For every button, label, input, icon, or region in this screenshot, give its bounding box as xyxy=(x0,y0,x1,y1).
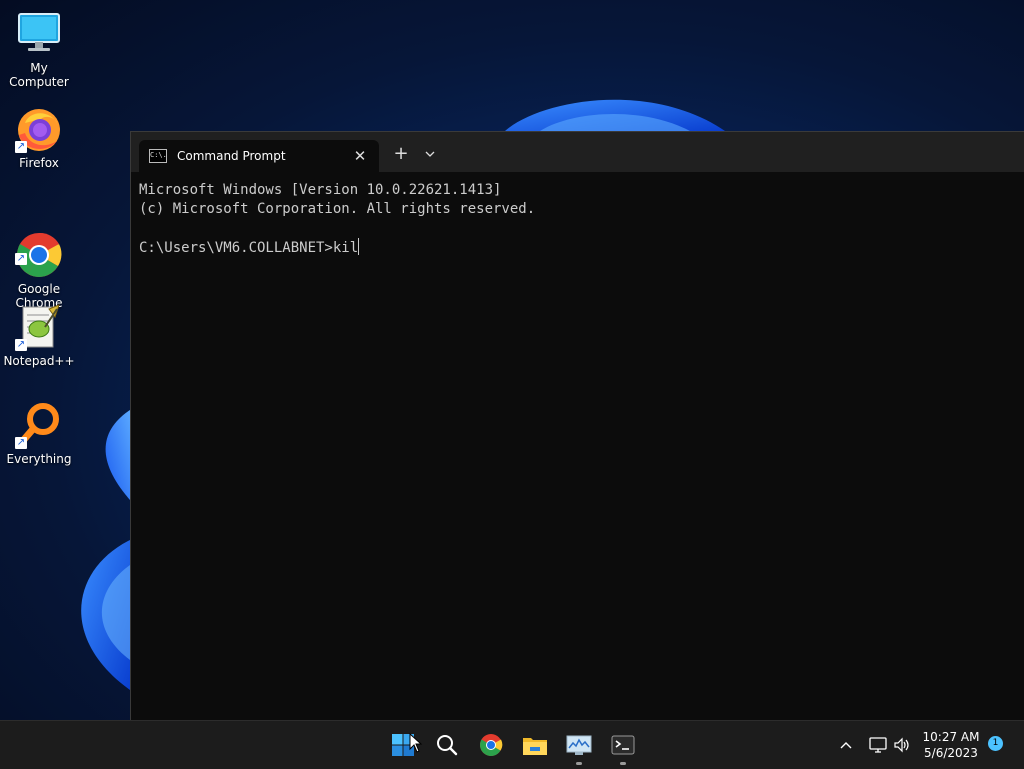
chevron-up-icon xyxy=(840,742,852,749)
command-input[interactable]: kil xyxy=(333,240,358,256)
close-tab-button[interactable]: ✕ xyxy=(349,145,371,167)
search-icon xyxy=(437,735,458,756)
volume-button[interactable] xyxy=(890,721,914,769)
speaker-icon xyxy=(894,737,909,753)
console-line: (c) Microsoft Corporation. All rights re… xyxy=(139,201,536,217)
firefox-icon: ↗ xyxy=(15,105,63,153)
notification-badge[interactable]: 1 xyxy=(988,736,1003,751)
clock-time: 10:27 AM xyxy=(922,730,980,744)
shortcut-arrow-icon: ↗ xyxy=(15,437,27,449)
prompt-text: C:\Users\VM6.COLLABNET> xyxy=(139,240,333,256)
console-output[interactable]: Microsoft Windows [Version 10.0.22621.14… xyxy=(131,172,1024,267)
chevron-down-icon[interactable] xyxy=(419,142,441,166)
show-hidden-icons-button[interactable] xyxy=(834,721,858,769)
desktop-icon-label: Notepad++ xyxy=(3,354,75,368)
clock-date: 5/6/2023 xyxy=(924,746,978,760)
tab-title: Command Prompt xyxy=(177,149,286,163)
console-line: Microsoft Windows [Version 10.0.22621.14… xyxy=(139,182,502,198)
terminal-tab-bar[interactable]: C:\. Command Prompt ✕ + xyxy=(131,132,1024,172)
console-prompt-line: C:\Users\VM6.COLLABNET>kil xyxy=(139,238,1017,258)
desktop-icon-label: My Computer xyxy=(9,61,69,89)
console-line: ​ xyxy=(139,219,1017,238)
desktop-icon-my-computer[interactable]: My Computer xyxy=(0,10,78,89)
desktop-icon-label: Everything xyxy=(6,452,72,466)
desktop-icon-everything[interactable]: ↗ Everything xyxy=(0,401,78,466)
terminal-icon xyxy=(611,735,635,755)
tab-command-prompt[interactable]: C:\. Command Prompt ✕ xyxy=(139,140,379,172)
cmd-icon: C:\. xyxy=(149,149,167,163)
taskbar-resource-monitor-button[interactable] xyxy=(563,729,595,765)
chrome-icon xyxy=(480,734,503,756)
shortcut-arrow-icon: ↗ xyxy=(15,141,27,153)
network-icon xyxy=(869,737,887,753)
network-status-button[interactable] xyxy=(866,721,890,769)
taskbar-clock[interactable]: 10:27 AM 5/6/2023 xyxy=(916,729,986,761)
running-indicator xyxy=(576,762,582,765)
desktop-icon-firefox[interactable]: ↗ Firefox xyxy=(0,105,78,170)
everything-icon: ↗ xyxy=(15,401,63,449)
taskbar-chrome-button[interactable] xyxy=(475,729,507,761)
terminal-window[interactable]: C:\. Command Prompt ✕ + Microsoft Window… xyxy=(130,131,1024,721)
taskbar-file-explorer-button[interactable] xyxy=(519,729,551,761)
computer-icon xyxy=(15,10,63,58)
mouse-cursor-icon xyxy=(409,733,423,753)
shortcut-arrow-icon: ↗ xyxy=(15,253,27,265)
monitor-chart-icon xyxy=(566,735,592,755)
running-indicator xyxy=(620,762,626,765)
new-tab-button[interactable]: + xyxy=(389,142,413,166)
shortcut-arrow-icon: ↗ xyxy=(15,339,27,351)
taskbar: 10:27 AM 5/6/2023 xyxy=(0,720,1024,769)
taskbar-search-button[interactable] xyxy=(431,729,463,761)
text-cursor xyxy=(358,238,360,255)
folder-icon xyxy=(523,738,547,755)
chrome-icon: ↗ xyxy=(15,217,63,277)
notepadpp-icon: ↗ xyxy=(15,303,63,351)
desktop-icon-label: Firefox xyxy=(19,156,59,170)
desktop-icon-notepad-plus-plus[interactable]: ↗ Notepad++ xyxy=(0,303,78,368)
taskbar-terminal-button[interactable] xyxy=(607,729,639,765)
